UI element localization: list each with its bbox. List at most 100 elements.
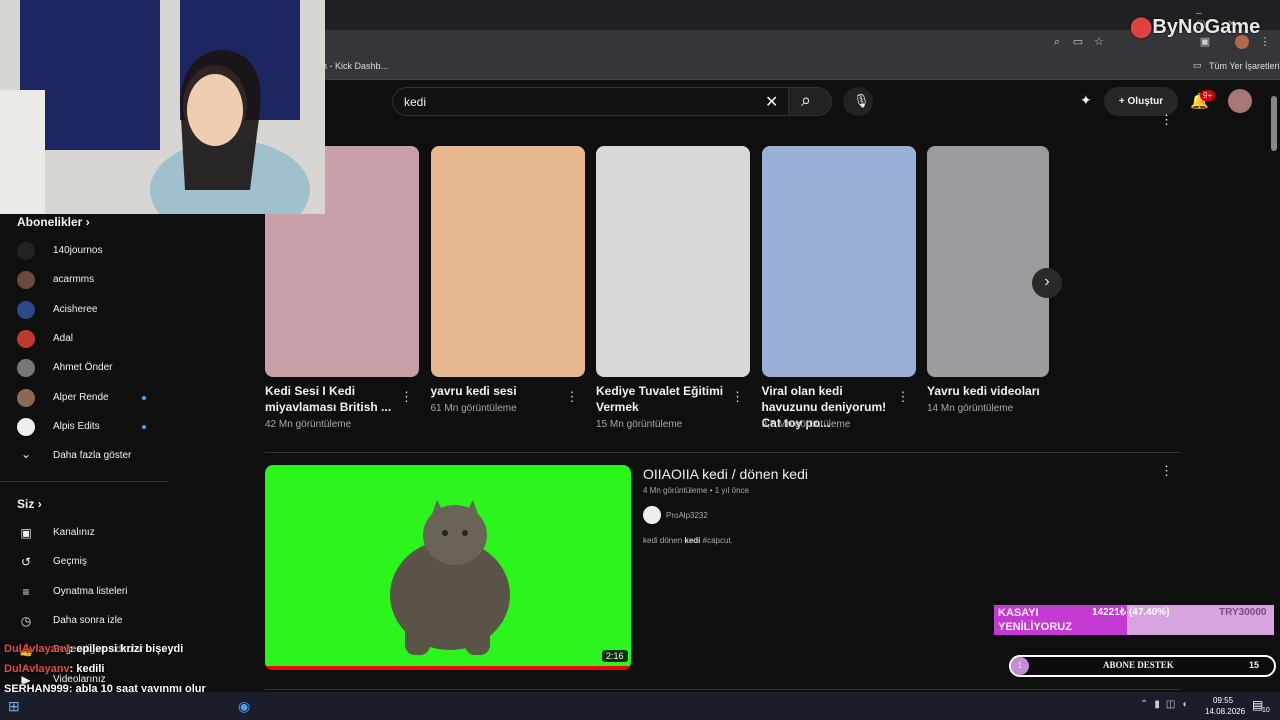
sidebar-item-daha-sonra-izle[interactable]: ◷ Daha sonra izle <box>17 610 177 632</box>
sidebar-item-oynatma-listeleri[interactable]: ≡ Oynatma listeleri <box>17 581 177 603</box>
apps-icon[interactable]: ✦ <box>1080 92 1092 109</box>
subscriber-goal-target: 15 <box>1249 660 1260 670</box>
short-title[interactable]: yavru kedi sesi <box>431 383 566 399</box>
channel-avatar[interactable] <box>643 506 661 524</box>
short-title[interactable]: Yavru kedi videoları <box>927 383 1049 399</box>
you-heading[interactable]: Siz › <box>17 497 42 511</box>
search-input[interactable]: kedi ✕ <box>392 87 790 116</box>
search-button[interactable]: ⌕ <box>788 87 832 116</box>
channel-avatar <box>17 417 35 436</box>
sidebar-item-acarmms[interactable]: acarmms <box>17 269 177 291</box>
video-meta: 4 Mn görüntüleme • 1 yıl önce <box>643 486 749 495</box>
video-description: kedi dönen kedi #capcut. <box>643 536 733 545</box>
donation-goal-widget: KASAYI YENİLİYORUZ 14221₺ (47.40%) TRY30… <box>994 605 1274 635</box>
sidebar-item-140journos[interactable]: 140journos <box>17 240 177 262</box>
subscriber-count-circle: 1 <box>1011 657 1029 675</box>
playlist-icon: ≡ <box>22 584 30 599</box>
goal-subtitle: YENİLİYORUZ <box>998 621 1072 633</box>
live-dot <box>142 395 146 400</box>
system-tray-icons[interactable]: ⌃▮◫◖ <box>1140 699 1193 710</box>
tab-label[interactable]: h - Kick Dashb... <box>322 61 388 71</box>
channel-icon: ▣ <box>20 526 32 540</box>
short-title[interactable]: Kedi Sesi I Kedi miyavlaması British ... <box>265 383 400 415</box>
subscriber-goal-widget: 1 ABONE DESTEK 15 <box>1009 655 1276 677</box>
sidebar-item-alper-rende[interactable]: Alper Rende <box>17 387 177 409</box>
channel-avatar <box>17 329 35 348</box>
shelf-menu-icon[interactable]: ⋮ <box>1160 112 1173 128</box>
channel-avatar <box>17 271 35 290</box>
scrollbar[interactable] <box>1271 96 1277 151</box>
sidebar-item-acisheree[interactable]: Acisheree <box>17 299 177 321</box>
short-thumbnail[interactable] <box>430 146 585 377</box>
goal-amount: 14221₺ (47.40%) <box>1092 607 1170 618</box>
clock-icon: ◷ <box>20 613 32 628</box>
clock-date[interactable]: 14.08.2026 <box>1205 707 1245 716</box>
channel-avatar <box>17 359 35 378</box>
show-more-button[interactable]: ⌄ Daha fazla göster <box>17 445 177 467</box>
row-divider <box>265 689 1181 690</box>
plus-icon: + <box>1118 96 1128 107</box>
short-views: 9,5 Mn görüntüleme <box>761 419 851 430</box>
short-menu-icon[interactable]: ⋮ <box>731 389 744 405</box>
short-menu-icon[interactable]: ⋮ <box>566 389 579 405</box>
chat-username: DulAvlayanv <box>4 663 70 675</box>
history-icon: ↺ <box>20 555 32 570</box>
chat-message: DulAvlayanv: kedili <box>4 663 104 675</box>
subscriber-goal-label: ABONE DESTEK <box>1103 660 1174 670</box>
sidebar-item-geçmiş[interactable]: ↺ Geçmiş <box>17 551 177 573</box>
chevron-right-icon: › <box>37 497 42 511</box>
channel-avatar <box>17 242 35 260</box>
shelf-divider <box>265 452 1181 453</box>
short-menu-icon[interactable]: ⋮ <box>897 389 910 405</box>
short-views: 15 Mn görüntüleme <box>596 419 683 430</box>
search-icon: ⌕ <box>801 90 812 110</box>
sidebar-item-label: Alpis Edits <box>53 420 100 432</box>
sidebar-item-label: 140journos <box>53 245 103 256</box>
sidebar-item-label: Ahmet Önder <box>53 362 113 374</box>
short-views: 14 Mn görüntüleme <box>927 403 1014 414</box>
folder-icon: ▭ <box>1193 60 1202 70</box>
live-dot <box>142 424 146 429</box>
short-title[interactable]: Kediye Tuvalet Eğitimi Vermek <box>596 383 731 415</box>
browser-taskbar-icon[interactable]: ◉ <box>238 698 250 715</box>
next-arrow-button[interactable]: › <box>1032 268 1062 298</box>
clock-time[interactable]: 09:55 <box>1213 696 1233 705</box>
short-thumbnail[interactable] <box>596 146 750 377</box>
start-icon[interactable]: ⊞ <box>8 698 20 715</box>
notification-count: 10 <box>1262 707 1270 714</box>
search-value: kedi <box>404 95 427 109</box>
goal-title: KASAYI <box>998 607 1039 619</box>
chevron-down-icon: ⌄ <box>20 447 32 461</box>
sidebar-item-label: acarmms <box>53 274 95 286</box>
clear-search-icon[interactable]: ✕ <box>765 92 778 112</box>
zoom-icon[interactable]: ⌕ <box>1050 35 1064 49</box>
all-bookmarks-link[interactable]: Tüm Yer İşaretleri <box>1209 61 1280 71</box>
short-menu-icon[interactable]: ⋮ <box>400 389 413 405</box>
channel-name[interactable]: ProAlp3232 <box>666 511 708 520</box>
chat-text: : kedili <box>69 663 105 675</box>
short-thumbnail[interactable] <box>927 146 1049 377</box>
notification-badge: 9+ <box>1200 90 1216 101</box>
sidebar-item-label: Kanalınız <box>53 527 95 538</box>
sidebar-item-alpis-edits[interactable]: Alpis Edits <box>17 416 177 438</box>
cast-icon[interactable]: ▭ <box>1071 35 1085 49</box>
video-title[interactable]: OIIAOIIA kedi / dönen kedi <box>643 466 808 482</box>
avatar[interactable] <box>1228 89 1252 113</box>
watermark-logo: ⬤ByNoGame <box>1130 16 1261 38</box>
sidebar-item-adal[interactable]: Adal <box>17 328 177 350</box>
channel-avatar <box>17 300 35 319</box>
sidebar-item-label: Acisheree <box>53 303 98 315</box>
sidebar-item-label: Daha sonra izle <box>53 614 123 626</box>
sidebar-item-kanalınız[interactable]: ▣ Kanalınız <box>17 522 177 544</box>
webcam-feed <box>0 0 325 214</box>
voice-search-button[interactable]: 🎙 <box>843 87 873 116</box>
short-thumbnail[interactable] <box>761 146 916 377</box>
sidebar-item-label: Oynatma listeleri <box>53 585 128 597</box>
subscriptions-heading[interactable]: Abonelikler › <box>17 215 90 229</box>
video-menu-icon[interactable]: ⋮ <box>1160 463 1173 479</box>
sidebar-item-label: Geçmiş <box>53 556 87 568</box>
duration-badge: 2:16 <box>602 650 628 662</box>
bookmark-star-icon[interactable]: ☆ <box>1092 35 1106 49</box>
sidebar-item-ahmet-önder[interactable]: Ahmet Önder <box>17 357 177 379</box>
chat-text: : epilepsi krizi bişeydi <box>69 643 184 655</box>
